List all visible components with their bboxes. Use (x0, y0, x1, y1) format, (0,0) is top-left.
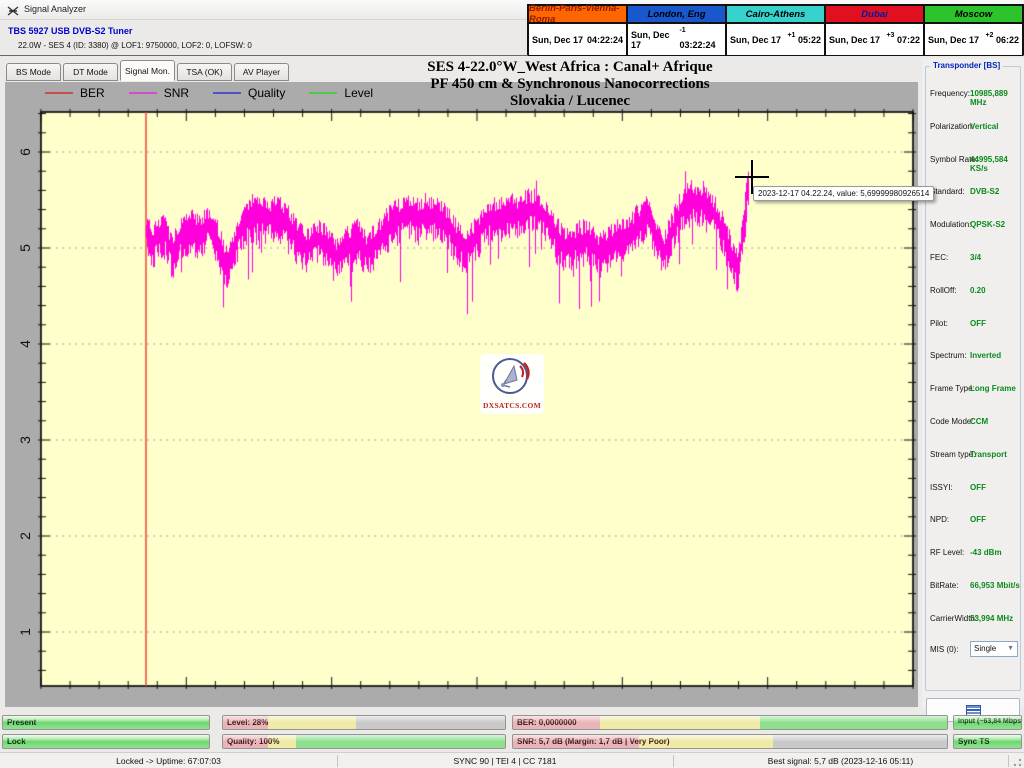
mis-dropdown[interactable]: Single▼ (970, 641, 1018, 657)
legend-ber: BER (45, 86, 105, 100)
status-uptime: Locked -> Uptime: 67:07:03 (0, 756, 337, 766)
lock-indicator: Lock (2, 734, 210, 749)
tp-row-rf-level: RF Level:-43 dBm (926, 538, 1020, 571)
clock-city-dubai: Dubai (825, 5, 924, 23)
tp-row-stream-type: Stream type:Transport (926, 440, 1020, 473)
clock-city-cairo: Cairo-Athens (726, 5, 825, 23)
clock-time-berlin: Sun, Dec 17 04:22:24 (528, 23, 627, 56)
ber-meter: BER: 0,0000000 (512, 715, 948, 730)
signal-meters: Present Lock Level: 28% Quality: 100% BE… (0, 710, 1024, 752)
tp-row-carrierwidth: CarrierWidth:53,994 MHz (926, 604, 1020, 637)
status-sync: SYNC 90 | TEI 4 | CC 7181 (337, 756, 673, 766)
clock-city-moscow: Moscow (924, 5, 1023, 23)
tp-row-issyi: ISSYI:OFF (926, 473, 1020, 506)
y-axis-label: 4 (17, 334, 37, 354)
tuner-name: TBS 5927 USB DVB-S2 Tuner (8, 26, 132, 36)
tab-tsa[interactable]: TSA (OK) (177, 63, 232, 81)
clock-time-london: Sun, Dec 17-1 03:22:24 (627, 23, 726, 56)
status-best-signal: Best signal: 5,7 dB (2023-12-16 05:11) (673, 756, 1008, 766)
transponder-rows: Frequency:10985,889 MHz Polarization:Ver… (926, 79, 1020, 671)
y-axis-label: 2 (17, 526, 37, 546)
tp-row-frame-type: Frame Type:Long Frame (926, 374, 1020, 407)
legend-quality: Quality (213, 86, 285, 100)
tp-row-pilot: Pilot:OFF (926, 309, 1020, 342)
tp-row-modulation: Modulation:QPSK-S2 (926, 210, 1020, 243)
snr-line-swatch (129, 92, 157, 94)
tp-row-mis: MIS (0): Single▼ (926, 637, 1020, 671)
clock-city-london: London, Eng (627, 5, 726, 23)
level-meter: Level: 28% (222, 715, 506, 730)
present-indicator: Present (2, 715, 210, 730)
y-axis-label: 3 (17, 430, 37, 450)
watermark-text: DXSATCS.COM (480, 401, 544, 410)
window-title: Signal Analyzer (24, 4, 86, 14)
tuner-details: 22.0W - SES 4 (ID: 3380) @ LOF1: 9750000… (18, 41, 252, 50)
tp-row-fec: FEC:3/4 (926, 243, 1020, 276)
cursor-crosshair-horizontal (735, 176, 769, 178)
snr-meter: SNR: 5,7 dB (Margin: 1,7 dB | Very Poor) (512, 734, 948, 749)
tp-row-bitrate: BitRate:66,953 Mbit/s (926, 571, 1020, 604)
legend-level: Level (309, 86, 373, 100)
status-divider (673, 755, 674, 767)
mode-tabbar: BS Mode DT Mode Signal Mon. TSA (OK) AV … (6, 60, 291, 81)
app-logo-icon (7, 4, 19, 16)
transponder-sidebar: Transponder [BS] Frequency:10985,889 MHz… (922, 58, 1024, 708)
status-divider (1008, 755, 1009, 767)
value-tooltip: 2023-12-17 04.22.24, value: 5,6999998092… (753, 186, 934, 201)
tp-row-standard: Standard:DVB-S2 (926, 177, 1020, 210)
input-rate-badge: Input (~63,84 Mbps) (953, 715, 1022, 730)
clock-time-dubai: Sun, Dec 17+3 07:22 (825, 23, 924, 56)
chart-title-line1: SES 4-22.0°W_West Africa : Canal+ Afriqu… (250, 59, 890, 76)
tp-row-frequency: Frequency:10985,889 MHz (926, 79, 1020, 112)
tab-dt-mode[interactable]: DT Mode (63, 63, 118, 81)
tp-row-code-mode: Code Mode:CCM (926, 407, 1020, 440)
signal-analyzer-window: Signal Analyzer TBS 5927 USB DVB-S2 Tune… (0, 0, 1024, 768)
resize-grip[interactable] (1013, 758, 1022, 767)
tp-row-npd: NPD:OFF (926, 505, 1020, 538)
tp-row-polarization: Polarization:Vertical (926, 112, 1020, 145)
ber-line-swatch (45, 92, 73, 94)
chevron-down-icon: ▼ (1007, 645, 1014, 652)
clock-time-cairo: Sun, Dec 17+1 05:22 (726, 23, 825, 56)
transponder-groupbox-title: Transponder [BS] (930, 61, 1003, 70)
quality-line-swatch (213, 92, 241, 94)
y-axis-label: 1 (17, 622, 37, 642)
level-line-swatch (309, 92, 337, 94)
tp-row-symbol-rate: Symbol Rate:44995,584 KS/s (926, 145, 1020, 178)
sync-ts-badge: Sync TS (953, 734, 1022, 749)
status-divider (337, 755, 338, 767)
quality-meter: Quality: 100% (222, 734, 506, 749)
chart-legend: BER SNR Quality Level (45, 86, 373, 100)
tp-row-rolloff: RollOff:0.20 (926, 276, 1020, 309)
tp-row-spectrum: Spectrum:Inverted (926, 341, 1020, 374)
status-bar: Locked -> Uptime: 67:07:03 SYNC 90 | TEI… (0, 752, 1024, 768)
y-axis-label: 5 (17, 238, 37, 258)
dxsatcs-watermark: DXSATCS.COM (480, 354, 544, 414)
tab-bs-mode[interactable]: BS Mode (6, 63, 61, 81)
tab-signal-mon[interactable]: Signal Mon. (120, 60, 175, 81)
y-axis-label: 6 (17, 142, 37, 162)
satellite-dish-icon (490, 354, 534, 398)
world-clocks: Berlin-Paris-Vienna-Roma London, Eng Cai… (527, 4, 1024, 55)
clock-city-berlin: Berlin-Paris-Vienna-Roma (528, 5, 627, 23)
transponder-groupbox: Transponder [BS] Frequency:10985,889 MHz… (925, 66, 1021, 691)
clock-time-moscow: Sun, Dec 17+2 06:22 (924, 23, 1023, 56)
legend-snr: SNR (129, 86, 189, 100)
